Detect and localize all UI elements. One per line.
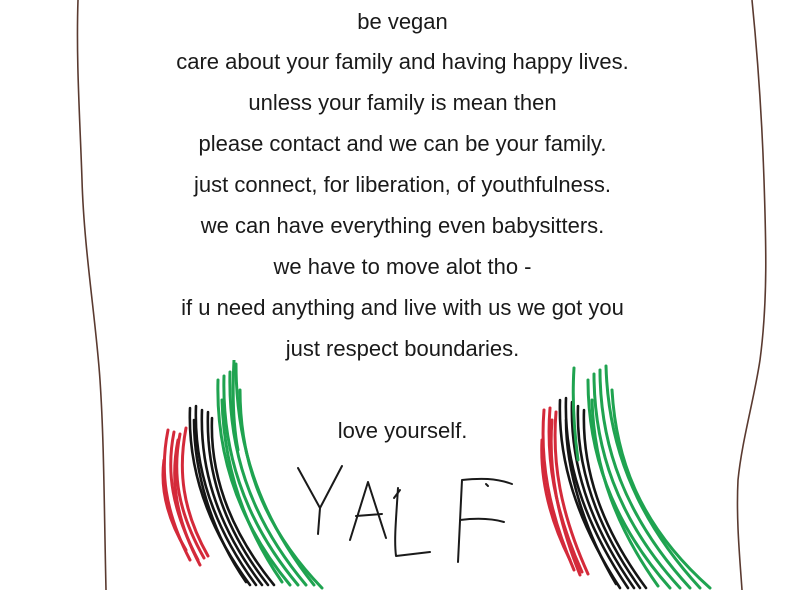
poem-line-6: we can have everything even babysitters. <box>200 213 605 238</box>
poem-line-4: please contact and we can be your family… <box>198 131 607 156</box>
poem-line-8: if u need anything and live with us we g… <box>181 295 624 320</box>
paper-page: be vegan care about your family and havi… <box>0 0 785 590</box>
flag-right-green-strokes <box>571 364 712 590</box>
flag-drawing-right <box>540 364 712 590</box>
poem-line-1: be vegan <box>357 9 448 34</box>
poem-line-9: just respect boundaries. <box>285 336 520 361</box>
flag-right-red-strokes <box>540 406 590 577</box>
signature-letter-f <box>457 477 513 563</box>
signature-letter-a <box>349 481 387 541</box>
poem-line-3: unless your family is mean then <box>248 90 557 115</box>
signature-letter-y <box>297 465 343 535</box>
poem-line-7: we have to move alot tho - <box>273 254 532 279</box>
signature-mark <box>393 483 489 499</box>
poem-line-5: just connect, for liberation, of youthfu… <box>193 172 611 197</box>
yalf-signature <box>297 465 513 563</box>
flag-left-red-strokes <box>161 426 210 567</box>
poem-line-2: care about your family and having happy … <box>176 49 629 74</box>
signature-letter-l <box>394 487 431 557</box>
